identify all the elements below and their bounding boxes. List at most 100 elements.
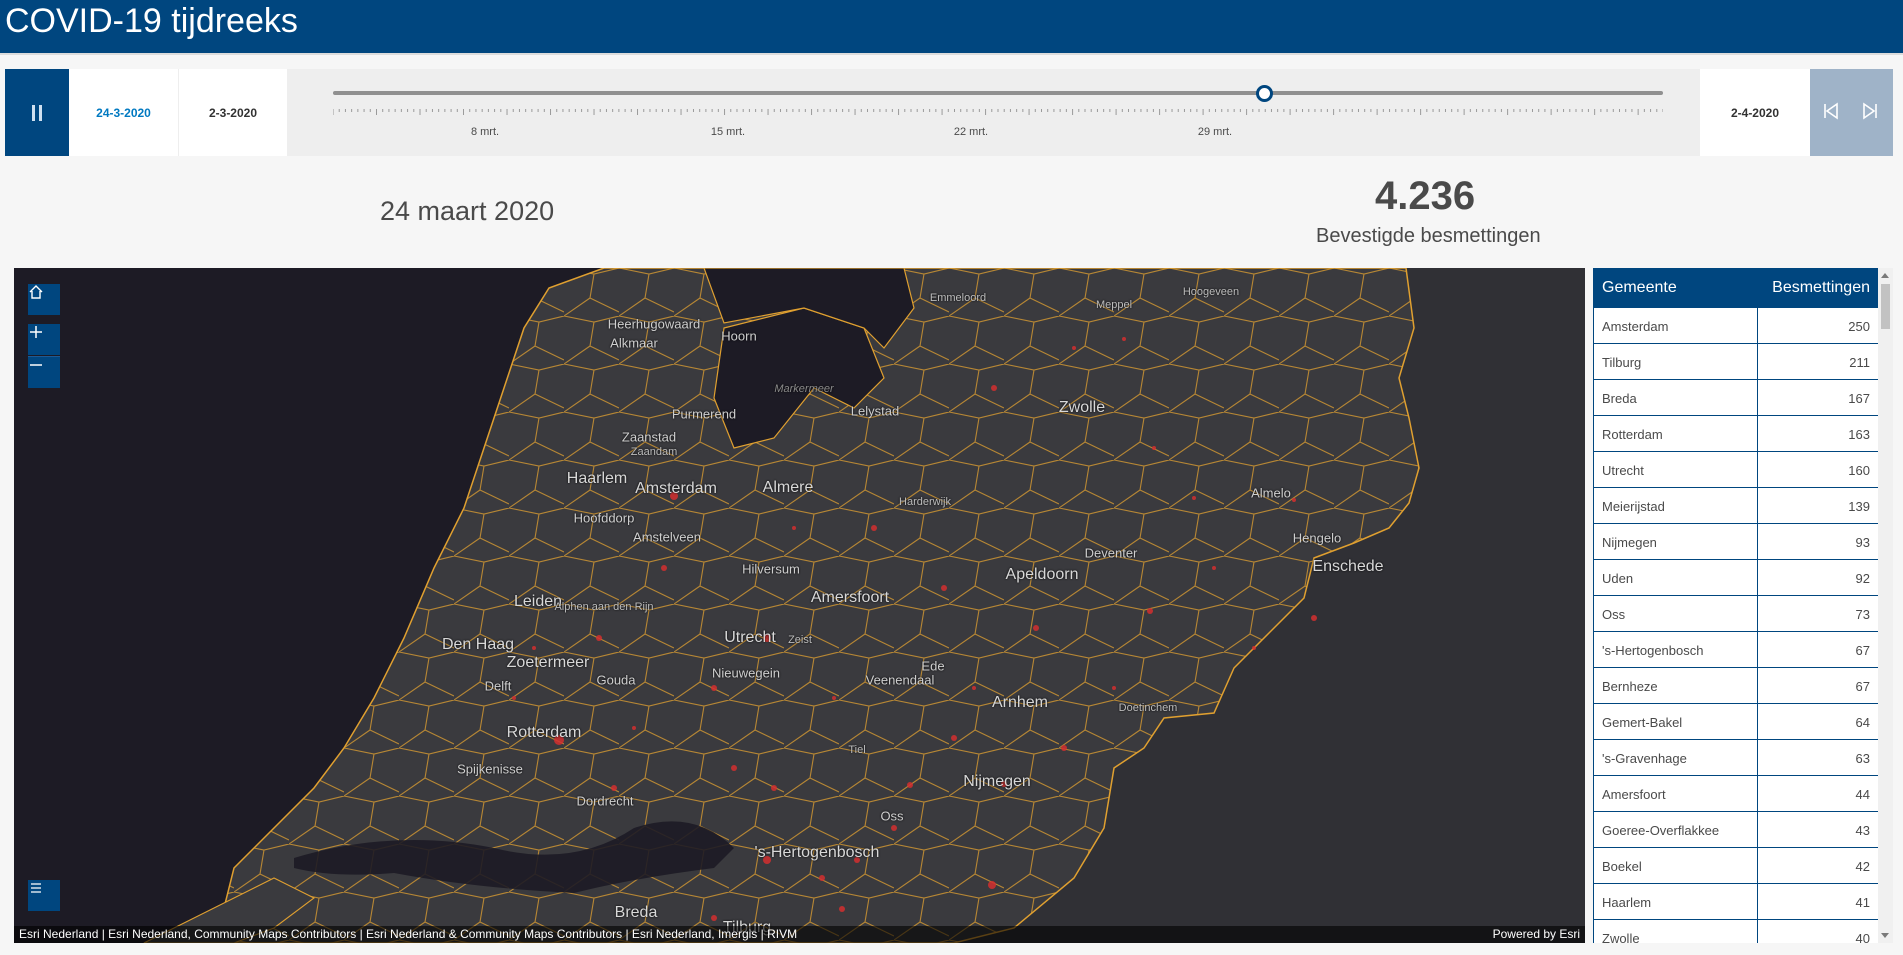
cell-divider	[1757, 812, 1758, 847]
besmettingen-cell: 250	[1848, 319, 1870, 334]
table-scrollbar[interactable]	[1878, 268, 1893, 943]
table-row[interactable]: Nijmegen 93	[1594, 524, 1879, 560]
table-row[interactable]: Amersfoort 44	[1594, 776, 1879, 812]
scroll-thumb[interactable]	[1881, 284, 1890, 329]
table-row[interactable]: Meierijstad 139	[1594, 488, 1879, 524]
slider-ticks	[333, 109, 1663, 115]
table-row[interactable]: Utrecht 160	[1594, 452, 1879, 488]
case-marker	[891, 825, 897, 831]
selected-date-text: 24 maart 2020	[380, 196, 555, 226]
previous-button[interactable]	[1816, 96, 1846, 126]
place-label: Lelystad	[850, 403, 900, 419]
table-row[interactable]: Oss 73	[1594, 596, 1879, 632]
map-attribution: Esri Nederland | Esri Nederland, Communi…	[14, 926, 1585, 943]
legend-button[interactable]	[28, 880, 60, 911]
cell-divider	[1757, 668, 1758, 703]
table-row[interactable]: Tilburg 211	[1594, 344, 1879, 380]
gemeente-cell: Boekel	[1602, 859, 1642, 874]
powered-by-link[interactable]: Powered by Esri	[1493, 926, 1580, 943]
slider-track-area[interactable]: 8 mrt. 15 mrt. 22 mrt. 29 mrt.	[287, 69, 1700, 156]
besmettingen-cell: 44	[1855, 787, 1870, 802]
place-label: Almelo	[1251, 485, 1291, 501]
cell-divider	[1757, 380, 1758, 415]
gemeente-cell: Rotterdam	[1602, 427, 1663, 442]
table-row[interactable]: Amsterdam 250	[1594, 308, 1879, 344]
gemeente-cell: Tilburg	[1602, 355, 1642, 370]
place-label: Tiel	[848, 744, 866, 756]
table-row[interactable]: Rotterdam 163	[1594, 416, 1879, 452]
place-label: Rotterdam	[506, 724, 582, 741]
place-label: Meppel	[1095, 299, 1133, 311]
zoom-in-button[interactable]	[28, 324, 60, 355]
case-marker	[972, 686, 976, 690]
table-row[interactable]: Haarlem 41	[1594, 884, 1879, 920]
tick-label: 29 mrt.	[1197, 126, 1233, 138]
besmettingen-cell: 40	[1855, 931, 1870, 943]
current-date-label: 24-3-2020	[69, 69, 178, 156]
gemeente-cell: 's-Hertogenbosch	[1602, 643, 1704, 658]
list-icon	[31, 883, 41, 893]
besmettingen-cell: 93	[1855, 535, 1870, 550]
table-row[interactable]: Uden 92	[1594, 560, 1879, 596]
table-row[interactable]: Gemert-Bakel 64	[1594, 704, 1879, 740]
attribution-text: Esri Nederland | Esri Nederland, Communi…	[19, 927, 798, 941]
table-row[interactable]: Zwolle 40	[1594, 920, 1879, 943]
place-label: Amersfoort	[810, 589, 890, 606]
case-marker	[1212, 566, 1216, 570]
case-marker	[792, 526, 796, 530]
header-divider	[0, 53, 1903, 55]
case-marker	[991, 385, 997, 391]
case-marker	[611, 785, 617, 791]
table-row[interactable]: Breda 167	[1594, 380, 1879, 416]
minus-icon	[30, 364, 42, 366]
table-row[interactable]: Bernheze 67	[1594, 668, 1879, 704]
slider-thumb[interactable]	[1256, 85, 1273, 102]
tick-label: 8 mrt.	[470, 126, 500, 138]
case-marker	[1192, 496, 1196, 500]
zoom-out-button[interactable]	[28, 356, 60, 388]
pause-button[interactable]	[5, 69, 69, 156]
besmettingen-cell: 41	[1855, 895, 1870, 910]
place-label: Zaandam	[630, 446, 678, 458]
place-label: Harderwijk	[899, 496, 951, 508]
place-label: Apeldoorn	[1005, 566, 1079, 583]
case-marker	[532, 646, 536, 650]
besmettingen-cell: 167	[1848, 391, 1870, 406]
gemeente-cell: Goeree-Overflakkee	[1602, 823, 1720, 838]
slider-track[interactable]	[333, 91, 1663, 95]
column-header-gemeente[interactable]: Gemeente	[1602, 279, 1677, 297]
place-label: Heerhugowaard	[607, 316, 701, 332]
next-button[interactable]	[1855, 96, 1885, 126]
place-label: Veenendaal	[865, 672, 935, 688]
place-label: Nieuwegein	[712, 665, 780, 681]
tick-label: 15 mrt.	[710, 126, 746, 138]
confirmed-count-label: Bevestigde besmettingen	[1316, 225, 1541, 247]
besmettingen-cell: 63	[1855, 751, 1870, 766]
table-row[interactable]: Boekel 42	[1594, 848, 1879, 884]
table-row[interactable]: 's-Hertogenbosch 67	[1594, 632, 1879, 668]
place-label: Haarlem	[566, 470, 628, 487]
cell-divider	[1757, 488, 1758, 523]
case-marker	[661, 565, 667, 571]
place-label: Zoetermeer	[506, 654, 590, 671]
place-label: Enschede	[1312, 558, 1384, 575]
home-button[interactable]	[28, 284, 60, 315]
place-label: Emmeloord	[929, 292, 987, 304]
start-date-label: 2-3-2020	[179, 69, 287, 156]
app-title: COVID-19 tijdreeks	[5, 2, 298, 40]
table-row[interactable]: Goeree-Overflakkee 43	[1594, 812, 1879, 848]
place-label: Delft	[484, 678, 512, 694]
cell-divider	[1757, 524, 1758, 559]
map-view[interactable]: Emmeloord Hoogeveen Meppel Heerhugowaard…	[14, 268, 1585, 943]
scroll-up-arrow[interactable]	[1881, 273, 1889, 278]
scroll-down-arrow[interactable]	[1881, 933, 1889, 938]
place-label: Spijkenisse	[457, 761, 523, 777]
cell-divider	[1757, 344, 1758, 379]
place-label: Deventer	[1084, 545, 1138, 561]
cell-divider	[1757, 452, 1758, 487]
gemeente-cell: Utrecht	[1602, 463, 1644, 478]
table-row[interactable]: 's-Gravenhage 63	[1594, 740, 1879, 776]
column-header-besmettingen[interactable]: Besmettingen	[1772, 279, 1870, 297]
gemeente-cell: Gemert-Bakel	[1602, 715, 1683, 730]
case-marker	[1311, 615, 1317, 621]
